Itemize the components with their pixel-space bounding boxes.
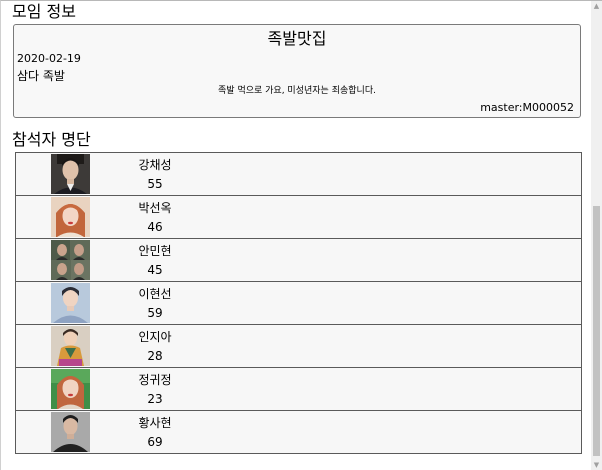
meeting-info-card: 족발맛집 2020-02-19 삼다 족발 족발 먹으로 가요, 미성년자는 죄… <box>13 24 581 118</box>
attendee-row[interactable]: 황사현 69 <box>15 411 582 454</box>
attendee-row[interactable]: 이현선 59 <box>15 282 582 325</box>
attendee-row[interactable]: 안민현 45 <box>15 239 582 282</box>
scroll-thumb[interactable] <box>593 206 600 456</box>
attendee-row[interactable]: 강채성 55 <box>15 153 582 196</box>
attendee-name: 강채성 <box>138 158 172 172</box>
avatar <box>51 326 90 366</box>
attendee-row[interactable]: 정귀정 23 <box>15 368 582 411</box>
app-window: 모임 정보 족발맛집 2020-02-19 삼다 족발 족발 먹으로 가요, 미… <box>0 0 602 470</box>
meeting-date: 2020-02-19 <box>17 52 81 65</box>
avatar <box>51 369 90 409</box>
attendee-name: 황사현 <box>138 416 172 430</box>
scroll-up-icon[interactable]: ▲ <box>591 1 602 12</box>
scroll-down-icon[interactable]: ▼ <box>591 460 602 470</box>
avatar <box>51 197 90 237</box>
avatar <box>51 412 90 452</box>
meeting-info-heading: 모임 정보 <box>12 2 76 21</box>
attendee-name: 안민현 <box>138 244 172 258</box>
attendee-list-heading: 참석자 명단 <box>12 130 91 149</box>
avatar <box>51 283 90 323</box>
attendee-row[interactable]: 인지아 28 <box>15 325 582 368</box>
attendee-age: 69 <box>147 435 163 449</box>
attendee-list: 강채성 55 박선옥 46 안민현 45 이현선 59 인지아 28 정귀정 2… <box>15 152 582 454</box>
meeting-description: 족발 먹으로 가요, 미성년자는 죄송합니다. <box>218 86 376 96</box>
attendee-age: 55 <box>147 177 163 191</box>
avatar <box>51 154 90 194</box>
attendee-name: 정귀정 <box>138 373 172 387</box>
attendee-age: 23 <box>147 392 163 406</box>
meeting-name: 족발맛집 <box>267 29 327 48</box>
attendee-age: 45 <box>147 263 163 277</box>
avatar <box>51 240 90 280</box>
attendee-name: 박선옥 <box>138 201 172 215</box>
attendee-age: 46 <box>147 220 163 234</box>
page-content: 모임 정보 족발맛집 2020-02-19 삼다 족발 족발 먹으로 가요, 미… <box>1 1 591 470</box>
attendee-name: 인지아 <box>138 330 172 344</box>
attendee-row[interactable]: 박선옥 46 <box>15 196 582 239</box>
attendee-age: 28 <box>147 349 163 363</box>
vertical-scrollbar[interactable]: ▲ ▼ <box>591 1 602 470</box>
attendee-name: 이현선 <box>138 287 172 301</box>
meeting-master-id: master:M000052 <box>480 101 574 114</box>
attendee-age: 59 <box>147 306 163 320</box>
meeting-place: 삼다 족발 <box>17 69 65 83</box>
